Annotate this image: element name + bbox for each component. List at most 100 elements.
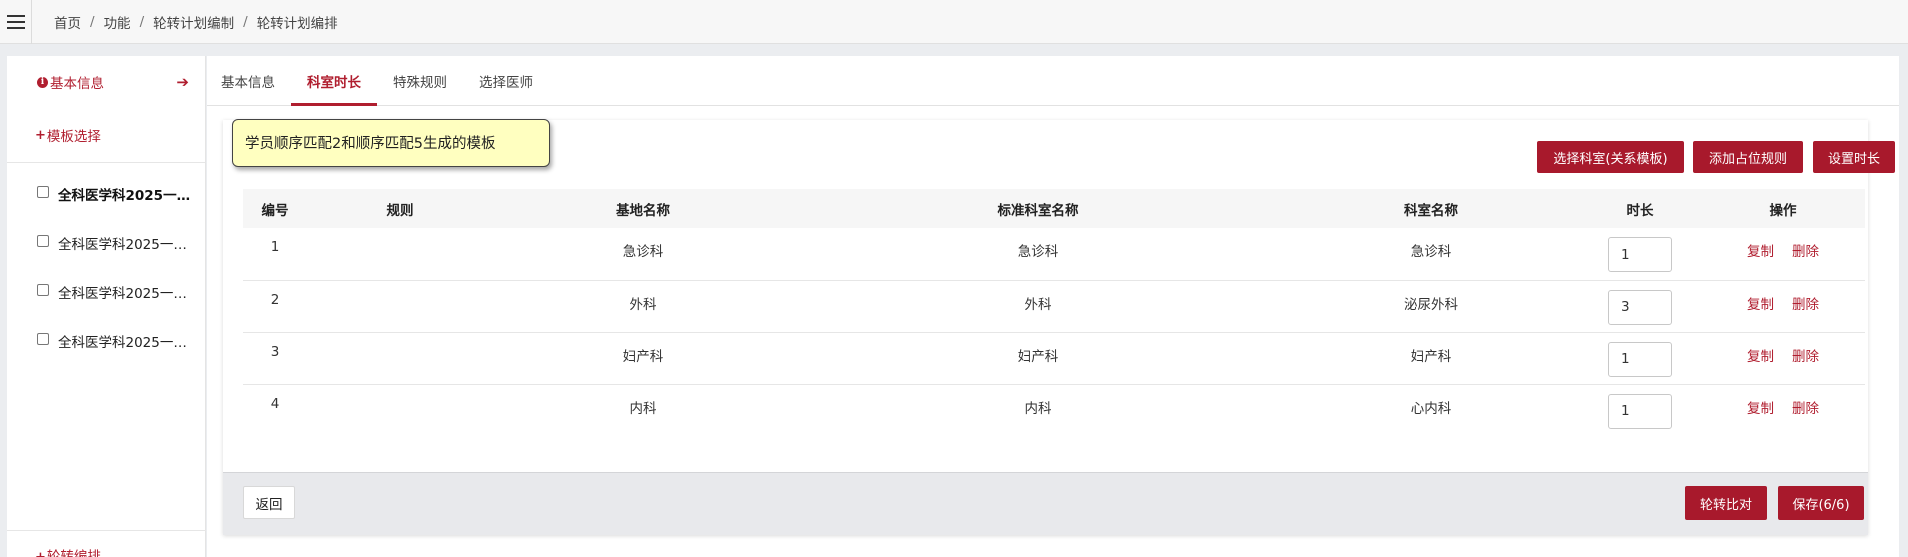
col-std-dept: 标准科室名称	[997, 202, 1079, 219]
breadcrumb-function[interactable]: 功能	[104, 12, 131, 32]
col-rule: 规则	[386, 202, 414, 219]
cell-std-dept: 外科	[1024, 296, 1052, 313]
cell-actions: 复制 删除	[1701, 228, 1865, 280]
sidebar-basic-info-label: 基本信息	[50, 76, 104, 92]
cell-actions: 复制 删除	[1701, 280, 1865, 332]
cell-id: 2	[270, 291, 280, 308]
tab-basic-info[interactable]: 基本信息	[221, 56, 291, 105]
sidebar-rotation-label: 轮转编排	[46, 549, 101, 557]
cell-rule	[307, 332, 493, 384]
template-label: 全科医学科2025一年制	[58, 237, 200, 253]
add-rule-button[interactable]: 添加占位规则	[1693, 141, 1803, 173]
col-actions: 操作	[1769, 202, 1797, 219]
sidebar-template-select-label: 模板选择	[46, 129, 101, 145]
hamburger-icon	[6, 14, 25, 29]
duration-input[interactable]	[1608, 237, 1672, 272]
cell-std-dept: 急诊科	[1017, 244, 1059, 260]
plus-icon: +	[35, 550, 46, 557]
table-row: 2 外科 外科 泌尿外科 复制 删除	[243, 280, 1865, 332]
cell-rule	[307, 384, 493, 436]
cell-base: 妇产科	[622, 348, 664, 365]
table-row: 3 妇产科 妇产科 妇产科 复制 删除	[243, 332, 1865, 384]
cell-id: 3	[270, 343, 280, 360]
table-row: 1 急诊科 急诊科 急诊科 复制 删除	[243, 228, 1865, 280]
cell-base: 外科	[629, 296, 657, 313]
template-item[interactable]: 全科医学科2025一年制	[7, 269, 205, 318]
cell-std-dept: 妇产科	[1017, 348, 1059, 365]
col-id: 编号	[261, 202, 289, 219]
arrow-right-icon[interactable]: ➔	[176, 73, 189, 91]
cell-std-dept: 内科	[1024, 400, 1052, 417]
tab-select-doctor[interactable]: 选择医师	[463, 56, 549, 105]
template-label: 全科医学科2025一年制	[58, 286, 200, 302]
copy-link[interactable]: 复制	[1747, 349, 1774, 365]
cell-duration	[1579, 384, 1701, 436]
top-bar: 首页 / 功能 / 轮转计划编制 / 轮转计划编排	[0, 0, 1908, 44]
col-duration: 时长	[1626, 202, 1654, 219]
cell-id: 1	[270, 239, 280, 255]
template-note: 学员顺序匹配2和顺序匹配5生成的模板	[232, 119, 550, 167]
duration-input[interactable]	[1608, 393, 1672, 429]
table-row: 4 内科 内科 心内科 复制 删除	[243, 384, 1865, 436]
save-button[interactable]: 保存(6/6)	[1778, 486, 1864, 520]
template-checkbox[interactable]	[37, 235, 49, 247]
template-label: 全科医学科2025一年制	[58, 188, 200, 204]
template-checkbox[interactable]	[37, 333, 49, 345]
cell-dept: 妇产科	[1410, 348, 1452, 365]
cell-duration	[1579, 280, 1701, 332]
cell-dept: 泌尿外科	[1404, 296, 1458, 313]
template-checkbox[interactable]	[37, 186, 49, 198]
tab-special-rules[interactable]: 特殊规则	[377, 56, 463, 105]
template-list: 全科医学科2025一年制 全科医学科2025一年制 全科医学科2025一年制 全…	[7, 163, 205, 367]
sidebar-template-select[interactable]: + 模板选择	[7, 108, 205, 163]
template-label: 全科医学科2025一年制	[58, 335, 200, 351]
cell-dept: 急诊科	[1410, 244, 1452, 260]
delete-link[interactable]: 删除	[1792, 401, 1819, 417]
delete-link[interactable]: 删除	[1792, 244, 1819, 260]
copy-link[interactable]: 复制	[1747, 401, 1774, 417]
menu-toggle-button[interactable]	[0, 0, 32, 44]
template-item[interactable]: 全科医学科2025一年制	[7, 171, 205, 220]
cell-dept: 心内科	[1410, 400, 1452, 417]
back-button[interactable]: 返回	[243, 486, 295, 519]
cell-actions: 复制 删除	[1701, 384, 1865, 436]
table-header-row: 编号 规则 基地名称 标准科室名称 科室名称 时长 操作	[243, 189, 1865, 228]
breadcrumb-home[interactable]: 首页	[54, 12, 81, 32]
template-checkbox[interactable]	[37, 284, 49, 296]
main-panel: 基本信息 科室时长 特殊规则 选择医师 学员顺序匹配2和顺序匹配5生成的模板 选…	[207, 56, 1899, 557]
plus-icon: +	[35, 127, 46, 143]
breadcrumb-plan[interactable]: 轮转计划编制	[153, 12, 234, 32]
duration-input[interactable]	[1608, 289, 1672, 325]
delete-link[interactable]: 删除	[1792, 349, 1819, 365]
duration-table: 编号 规则 基地名称 标准科室名称 科室名称 时长 操作 1 急诊科 急诊科 急…	[243, 189, 1865, 436]
cell-base: 急诊科	[622, 244, 664, 260]
duration-card: 学员顺序匹配2和顺序匹配5生成的模板 选择科室(关系模板) 添加占位规则 设置时…	[223, 119, 1895, 535]
cell-base: 内科	[629, 400, 657, 417]
copy-link[interactable]: 复制	[1747, 244, 1774, 260]
template-item[interactable]: 全科医学科2025一年制	[7, 220, 205, 269]
info-icon: i	[37, 76, 48, 88]
cell-duration	[1579, 228, 1701, 280]
cell-actions: 复制 删除	[1701, 332, 1865, 384]
card-footer: 返回 轮转比对 保存(6/6)	[223, 472, 1868, 535]
breadcrumb: 首页 / 功能 / 轮转计划编制 / 轮转计划编排	[54, 12, 338, 32]
cell-rule	[307, 280, 493, 332]
sidebar: i 基本信息 ➔ + 模板选择 全科医学科2025一年制 全科医学科2025一年…	[7, 56, 206, 557]
rotation-compare-button[interactable]: 轮转比对	[1685, 486, 1767, 520]
tab-dept-duration[interactable]: 科室时长	[291, 56, 377, 106]
col-base: 基地名称	[616, 202, 670, 219]
sidebar-rotation[interactable]: +轮转编排	[7, 530, 206, 557]
cell-rule	[307, 228, 493, 280]
select-dept-button[interactable]: 选择科室(关系模板)	[1537, 141, 1684, 173]
duration-input[interactable]	[1608, 341, 1672, 377]
cell-duration	[1579, 332, 1701, 384]
delete-link[interactable]: 删除	[1792, 297, 1819, 313]
tab-bar: 基本信息 科室时长 特殊规则 选择医师	[207, 56, 1899, 106]
template-item[interactable]: 全科医学科2025一年制	[7, 318, 205, 367]
breadcrumb-current: 轮转计划编排	[256, 15, 338, 32]
copy-link[interactable]: 复制	[1747, 297, 1774, 313]
set-duration-button[interactable]: 设置时长	[1813, 141, 1895, 173]
cell-id: 4	[270, 395, 280, 412]
sidebar-basic-info[interactable]: i 基本信息 ➔	[7, 56, 205, 108]
col-dept: 科室名称	[1404, 202, 1458, 219]
